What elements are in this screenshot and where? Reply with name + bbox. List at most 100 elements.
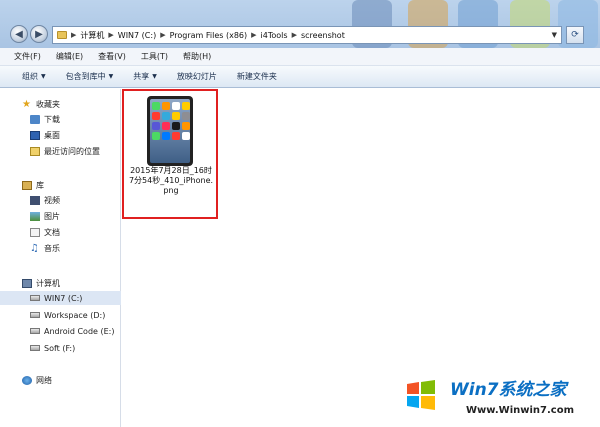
- nav-item-label: 下载: [44, 114, 60, 124]
- nav-item-documents[interactable]: 文档: [30, 225, 60, 239]
- menu-help[interactable]: 帮助(H): [183, 51, 211, 62]
- share-button[interactable]: 共享 ▼: [133, 71, 157, 82]
- nav-item-label: 音乐: [44, 243, 60, 253]
- menu-tools[interactable]: 工具(T): [141, 51, 168, 62]
- menu-view[interactable]: 查看(V): [98, 51, 126, 62]
- nav-drive-c[interactable]: WIN7 (C:): [0, 291, 121, 305]
- hard-drive-icon: [30, 345, 40, 351]
- nav-item-label: 图片: [44, 211, 60, 221]
- refresh-button[interactable]: ⟳: [566, 26, 584, 44]
- recent-places-icon: [30, 146, 40, 156]
- app-tile: [162, 102, 170, 110]
- video-icon: [30, 195, 40, 205]
- nav-item-label: 桌面: [44, 130, 60, 140]
- chevron-down-icon: ▼: [41, 73, 46, 80]
- include-in-library-button[interactable]: 包含到库中 ▼: [66, 71, 114, 82]
- organize-button[interactable]: 组织 ▼: [22, 71, 46, 82]
- breadcrumb-drive[interactable]: WIN7 (C:): [118, 31, 156, 40]
- app-tile: [162, 122, 170, 130]
- navigation-pane: ★ 收藏夹 下载 桌面 最近访问的位置 库 视频 图片 文档 ♫ 音乐 计算机 …: [0, 89, 121, 427]
- app-tile: [182, 132, 190, 140]
- folder-icon: [57, 31, 67, 39]
- hard-drive-icon: [30, 328, 40, 334]
- nav-network-label: 网络: [36, 375, 52, 385]
- address-bar[interactable]: ▶ 计算机 ▶ WIN7 (C:) ▶ Program Files (x86) …: [52, 26, 562, 44]
- app-tile: [162, 112, 170, 120]
- breadcrumb-i4tools[interactable]: i4Tools: [261, 31, 288, 40]
- slideshow-button[interactable]: 放映幻灯片: [177, 71, 217, 82]
- app-tile: [152, 102, 160, 110]
- app-tile: [172, 122, 180, 130]
- organize-label: 组织: [22, 72, 38, 81]
- back-button[interactable]: ◀: [10, 25, 28, 43]
- nav-computer-label: 计算机: [36, 278, 60, 288]
- forward-arrow-icon: ▶: [35, 28, 43, 40]
- app-tile: [152, 112, 160, 120]
- nav-item-music[interactable]: ♫ 音乐: [30, 241, 60, 255]
- hard-drive-icon: [30, 295, 40, 301]
- nav-item-label: 视频: [44, 195, 60, 205]
- nav-drive-d[interactable]: Workspace (D:): [30, 308, 105, 322]
- nav-drive-e[interactable]: Android Code (E:): [30, 324, 115, 338]
- app-tile: [172, 132, 180, 140]
- share-label: 共享: [133, 72, 150, 81]
- library-icon: [22, 180, 32, 190]
- thumbnail-screen: [150, 99, 190, 163]
- nav-favorites[interactable]: ★ 收藏夹: [22, 97, 60, 111]
- nav-item-label: Workspace (D:): [44, 310, 106, 320]
- include-in-library-label: 包含到库中: [65, 72, 106, 81]
- refresh-icon: ⟳: [571, 30, 579, 40]
- app-tile: [162, 132, 170, 140]
- menu-edit[interactable]: 编辑(E): [56, 51, 83, 62]
- documents-icon: [30, 227, 40, 237]
- nav-item-desktop[interactable]: 桌面: [30, 128, 60, 142]
- breadcrumb-screenshot[interactable]: screenshot: [301, 31, 345, 40]
- app-tile: [172, 112, 180, 120]
- nav-item-pictures[interactable]: 图片: [30, 209, 60, 223]
- new-folder-button[interactable]: 新建文件夹: [237, 71, 277, 82]
- chevron-right-icon[interactable]: ▶: [160, 31, 165, 39]
- menu-bar: 文件(F) 编辑(E) 查看(V) 工具(T) 帮助(H): [0, 48, 600, 66]
- nav-item-videos[interactable]: 视频: [30, 193, 60, 207]
- chevron-right-icon[interactable]: ▶: [251, 31, 256, 39]
- breadcrumb-computer[interactable]: 计算机: [80, 30, 104, 41]
- nav-network[interactable]: 网络: [22, 373, 52, 387]
- watermark-brand: Win7系统之家: [450, 380, 567, 400]
- app-tile: [182, 112, 190, 120]
- star-icon: ★: [22, 98, 31, 110]
- nav-drive-f[interactable]: Soft (F:): [30, 341, 75, 355]
- nav-item-label: 最近访问的位置: [44, 146, 100, 156]
- nav-item-label: Soft (F:): [44, 343, 76, 353]
- downloads-icon: [30, 114, 40, 124]
- app-tile: [172, 102, 180, 110]
- app-tile: [182, 102, 190, 110]
- nav-item-downloads[interactable]: 下载: [30, 112, 60, 126]
- app-tile: [152, 132, 160, 140]
- address-dropdown-icon[interactable]: ▼: [552, 31, 557, 39]
- forward-button[interactable]: ▶: [30, 25, 48, 43]
- chevron-right-icon: ▶: [71, 31, 77, 39]
- app-tile: [152, 122, 160, 130]
- pictures-icon: [30, 211, 40, 221]
- file-item-highlighted[interactable]: 2015年7月28日_16时7分54秒_410_iPhone.png: [122, 89, 218, 219]
- chevron-down-icon: ▼: [108, 73, 114, 80]
- nav-favorites-label: 收藏夹: [36, 99, 60, 109]
- desktop-icon: [30, 130, 40, 140]
- nav-item-recent-places[interactable]: 最近访问的位置: [30, 144, 100, 158]
- nav-item-label: 文档: [44, 227, 60, 237]
- chevron-right-icon[interactable]: ▶: [292, 31, 297, 39]
- watermark-url: Www.Winwin7.com: [466, 405, 575, 416]
- nav-computer[interactable]: 计算机: [22, 276, 60, 290]
- nav-item-label: WIN7 (C:): [44, 293, 83, 303]
- network-icon: [22, 375, 32, 385]
- chevron-right-icon[interactable]: ▶: [108, 31, 113, 39]
- breadcrumb-program-files[interactable]: Program Files (x86): [170, 31, 248, 40]
- back-arrow-icon: ◀: [15, 28, 23, 40]
- watermark: Win7系统之家 Www.Winwin7.com: [398, 368, 598, 426]
- file-name: 2015年7月28日_16时7分54秒_410_iPhone.png: [128, 166, 214, 195]
- iphone-screenshot-thumbnail: [147, 96, 193, 166]
- nav-libraries[interactable]: 库: [22, 178, 44, 192]
- nav-libraries-label: 库: [36, 180, 44, 190]
- music-icon: ♫: [30, 242, 39, 254]
- menu-file[interactable]: 文件(F): [14, 51, 41, 62]
